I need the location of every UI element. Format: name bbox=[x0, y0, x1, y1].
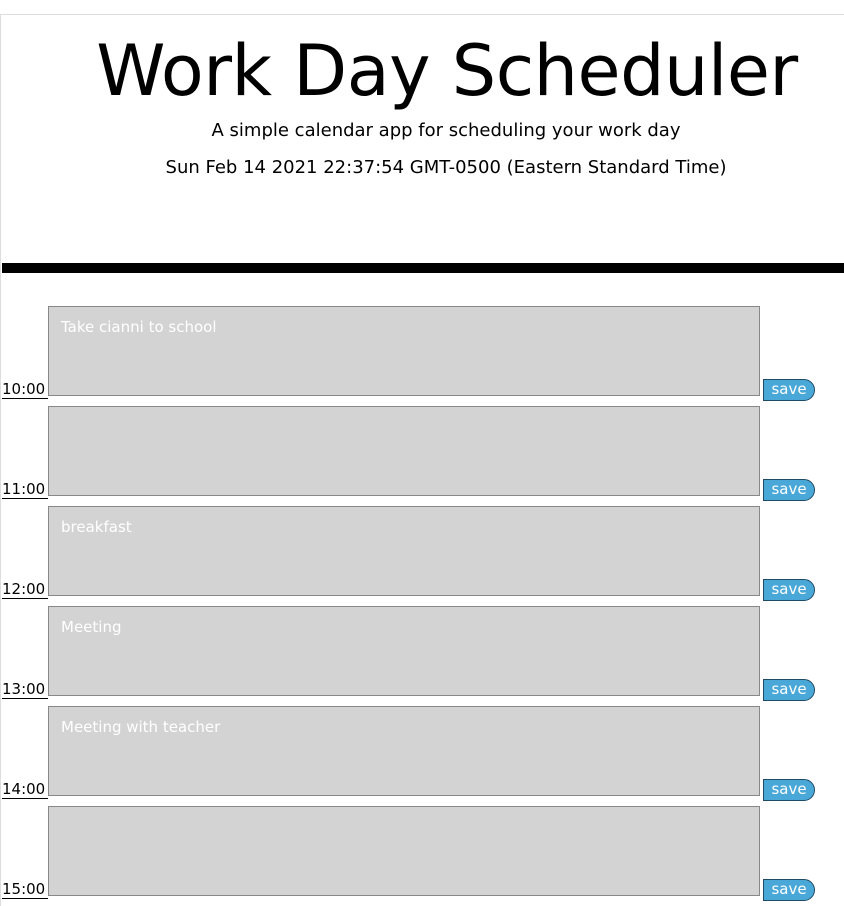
header-divider bbox=[2, 263, 844, 273]
time-block: 15:00 save bbox=[0, 806, 844, 906]
task-input[interactable] bbox=[48, 306, 760, 396]
save-button[interactable]: save bbox=[763, 479, 815, 501]
time-block: 14:00 save bbox=[0, 706, 844, 806]
save-button[interactable]: save bbox=[763, 379, 815, 401]
time-block: 13:00 save bbox=[0, 606, 844, 706]
hour-label: 10:00 bbox=[2, 380, 48, 399]
save-button[interactable]: save bbox=[763, 579, 815, 601]
task-input[interactable] bbox=[48, 606, 760, 696]
time-block: 10:00 save bbox=[0, 306, 844, 406]
save-button[interactable]: save bbox=[763, 779, 815, 801]
page-title: Work Day Scheduler bbox=[96, 30, 798, 112]
task-input[interactable] bbox=[48, 506, 760, 596]
hour-label: 14:00 bbox=[2, 780, 48, 799]
save-button[interactable]: save bbox=[763, 679, 815, 701]
hour-label: 15:00 bbox=[2, 880, 48, 899]
time-block-list: 10:00 save 11:00 save 12:00 save 13:00 s… bbox=[0, 306, 844, 906]
header: Work Day Scheduler A simple calendar app… bbox=[0, 15, 844, 263]
task-input[interactable] bbox=[48, 406, 760, 496]
task-input[interactable] bbox=[48, 806, 760, 896]
save-button[interactable]: save bbox=[763, 879, 815, 901]
page-subtitle: A simple calendar app for scheduling you… bbox=[211, 120, 681, 141]
hour-label: 13:00 bbox=[2, 680, 48, 699]
current-date: Sun Feb 14 2021 22:37:54 GMT-0500 (Easte… bbox=[165, 157, 727, 178]
hour-label: 12:00 bbox=[2, 580, 48, 599]
hour-label: 11:00 bbox=[2, 480, 48, 499]
time-block: 12:00 save bbox=[0, 506, 844, 606]
time-block: 11:00 save bbox=[0, 406, 844, 506]
task-input[interactable] bbox=[48, 706, 760, 796]
